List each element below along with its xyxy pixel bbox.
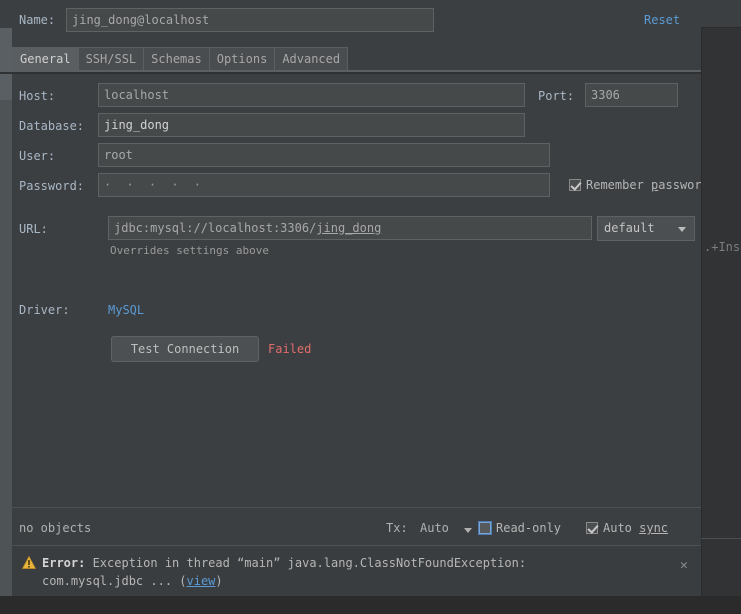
left-panel-strip bbox=[0, 28, 12, 596]
tab-advanced[interactable]: Advanced bbox=[274, 47, 349, 71]
tab-ssh-ssl[interactable]: SSH/SSL bbox=[77, 47, 145, 71]
chevron-down-icon[interactable] bbox=[670, 216, 695, 241]
test-connection-status: Failed bbox=[268, 342, 312, 356]
host-input[interactable]: localhost bbox=[98, 83, 525, 107]
host-label: Host: bbox=[19, 89, 56, 103]
ide-footer-bar bbox=[0, 596, 741, 614]
port-label: Port: bbox=[538, 89, 575, 103]
remember-password-label: Remember password bbox=[586, 178, 701, 192]
error-banner: Error: Exception in thread “main” java.l… bbox=[12, 546, 701, 595]
name-input[interactable]: jing_dong@localhost bbox=[66, 8, 434, 32]
name-row: Name: jing_dong@localhost Reset bbox=[0, 0, 701, 40]
database-label: Database: bbox=[19, 119, 85, 133]
background-right-panel bbox=[701, 0, 741, 614]
settings-tabbar: General SSH/SSL Schemas Options Advanced bbox=[12, 47, 349, 71]
tab-general[interactable]: General bbox=[12, 47, 79, 71]
tx-label: Tx: bbox=[386, 521, 408, 535]
url-database-text: jing_dong bbox=[316, 221, 382, 235]
read-only-label: Read-only bbox=[496, 521, 562, 535]
error-message: Error: Exception in thread “main” java.l… bbox=[42, 554, 652, 590]
url-hint-text: Overrides settings above bbox=[110, 244, 269, 257]
reset-link[interactable]: Reset bbox=[644, 13, 680, 27]
url-input[interactable]: jdbc:mysql://localhost:3306/jing_dong bbox=[108, 216, 592, 240]
checkbox-icon bbox=[479, 522, 491, 534]
error-view-link[interactable]: view bbox=[187, 574, 216, 588]
checkbox-icon bbox=[569, 179, 581, 191]
driver-link[interactable]: MySQL bbox=[108, 303, 144, 317]
tx-mode-select[interactable]: Auto bbox=[420, 521, 449, 535]
error-line-1: Exception in thread “main” java.lang.Cla… bbox=[85, 556, 527, 570]
error-line-2: com.mysql.jdbc ... ( bbox=[42, 574, 187, 588]
tab-schemas[interactable]: Schemas bbox=[143, 47, 210, 71]
password-input[interactable]: · · · · · bbox=[98, 173, 550, 197]
port-input[interactable]: 3306 bbox=[585, 83, 678, 107]
name-label: Name: bbox=[19, 13, 56, 27]
data-source-properties-dialog: Name: jing_dong@localhost Reset General … bbox=[0, 0, 701, 596]
error-line-3: ) bbox=[215, 574, 223, 588]
objects-count-label: no objects bbox=[19, 521, 92, 535]
url-label: URL: bbox=[19, 222, 48, 236]
general-tab-form: Host: localhost Port: 3306 Database: jin… bbox=[12, 74, 701, 504]
background-divider bbox=[701, 538, 741, 539]
warning-triangle-icon bbox=[22, 556, 36, 569]
chevron-down-icon[interactable] bbox=[464, 528, 472, 533]
test-connection-button[interactable]: Test Connection bbox=[111, 336, 259, 362]
left-panel-strip-inner bbox=[0, 100, 12, 596]
statusbar: no objects Tx: Auto Read-only Auto sync bbox=[12, 508, 701, 544]
user-label: User: bbox=[19, 149, 56, 163]
background-toolbar bbox=[701, 0, 741, 28]
error-title: Error: bbox=[42, 556, 86, 570]
remember-password-checkbox[interactable]: Remember password bbox=[569, 178, 701, 192]
url-prefix-text: jdbc:mysql://localhost:3306/ bbox=[114, 221, 317, 235]
auto-sync-label: Auto sync bbox=[603, 521, 669, 535]
password-label: Password: bbox=[19, 179, 85, 193]
read-only-checkbox[interactable]: Read-only bbox=[479, 521, 561, 535]
background-shortcut-hint: .+Insert bbox=[704, 240, 741, 254]
url-template-select[interactable]: default bbox=[597, 216, 678, 241]
driver-label: Driver: bbox=[19, 303, 70, 317]
checkbox-icon bbox=[586, 522, 598, 534]
user-input[interactable]: root bbox=[98, 143, 550, 167]
database-input[interactable]: jing_dong bbox=[98, 113, 525, 137]
close-icon[interactable]: ✕ bbox=[680, 559, 688, 572]
auto-sync-checkbox[interactable]: Auto sync bbox=[586, 521, 668, 535]
tab-options[interactable]: Options bbox=[208, 47, 276, 71]
